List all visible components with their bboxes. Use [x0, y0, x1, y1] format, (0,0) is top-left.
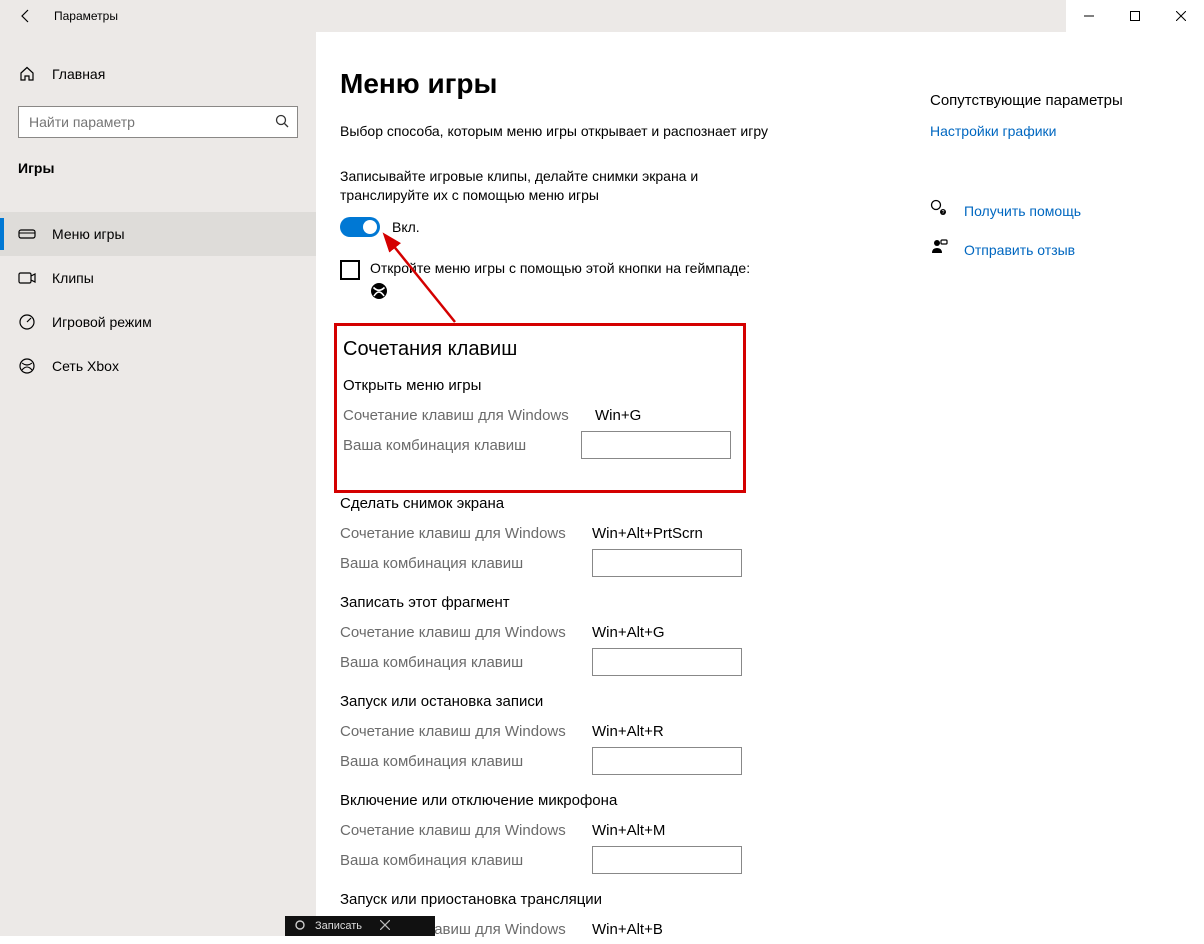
shortcut-user-input[interactable] [592, 549, 742, 577]
window-controls [1066, 0, 1204, 32]
feedback-link[interactable]: Отправить отзыв [930, 238, 1190, 261]
shortcut-title: Запуск или приостановка трансляции [340, 891, 900, 908]
sidebar-item-captures[interactable]: Клипы [0, 256, 316, 300]
close-button[interactable] [1158, 0, 1204, 32]
shortcut-title: Сделать снимок экрана [340, 495, 900, 512]
gamebar-icon [18, 227, 36, 241]
shortcut-user-input[interactable] [592, 747, 742, 775]
xbox-button-icon [370, 282, 750, 305]
sidebar: Главная Игры Меню игры Клипы [0, 32, 316, 936]
page-description: Выбор способа, которым меню игры открыва… [340, 122, 780, 141]
sidebar-item-label: Сеть Xbox [52, 358, 119, 374]
shortcut-group: Открыть меню игры Сочетание клавиш для W… [343, 377, 731, 460]
shortcuts-heading: Сочетания клавиш [343, 338, 731, 361]
shortcut-user-input[interactable] [592, 846, 742, 874]
shortcut-win-value: Win+Alt+M [592, 822, 665, 839]
toggle-state-label: Вкл. [392, 219, 420, 235]
gamepad-text: Откройте меню игры с помощью этой кнопки… [370, 259, 750, 279]
app-title: Параметры [54, 9, 118, 23]
shortcut-title: Записать этот фрагмент [340, 594, 900, 611]
home-icon [18, 66, 36, 82]
shortcut-group: Записать этот фрагмент Сочетание клавиш … [340, 594, 900, 677]
shortcut-win-value: Win+G [595, 407, 641, 424]
shortcut-win-value: Win+Alt+R [592, 723, 664, 740]
help-link[interactable]: ? Получить помощь [930, 199, 1190, 222]
shortcut-title: Открыть меню игры [343, 377, 731, 394]
feedback-label: Отправить отзыв [964, 242, 1075, 258]
shortcut-group: Сделать снимок экрана Сочетание клавиш д… [340, 495, 900, 578]
help-label: Получить помощь [964, 203, 1081, 219]
content-area: Меню игры Выбор способа, которым меню иг… [340, 56, 900, 936]
feedback-icon [930, 238, 948, 261]
gauge-icon [18, 313, 36, 331]
sidebar-category: Игры [0, 146, 316, 194]
sidebar-item-game-bar[interactable]: Меню игры [0, 212, 316, 256]
captures-icon [18, 271, 36, 285]
record-label: Записать [315, 920, 362, 932]
shortcut-user-input[interactable] [592, 648, 742, 676]
svg-text:?: ? [942, 210, 945, 216]
sidebar-item-xbox-network[interactable]: Сеть Xbox [0, 344, 316, 388]
shortcut-win-label: Сочетание клавиш для Windows [343, 407, 595, 424]
game-bar-toggle[interactable] [340, 217, 380, 237]
gamepad-checkbox[interactable] [340, 260, 360, 280]
maximize-button[interactable] [1112, 0, 1158, 32]
shortcut-win-label: Сочетание клавиш для Windows [340, 822, 592, 839]
sidebar-item-label: Игровой режим [52, 314, 152, 330]
shortcut-user-label: Ваша комбинация клавиш [340, 654, 592, 671]
shortcut-title: Запуск или остановка записи [340, 693, 900, 710]
title-bar: Параметры [0, 0, 1204, 32]
shortcut-win-value: Win+Alt+PrtScrn [592, 525, 703, 542]
shortcut-user-input[interactable] [581, 431, 731, 459]
shortcut-user-label: Ваша комбинация клавиш [340, 753, 592, 770]
record-overlay: Записать [285, 916, 435, 936]
annotation-highlight: Сочетания клавиш Открыть меню игры Сочет… [334, 323, 746, 493]
shortcut-user-label: Ваша комбинация клавиш [340, 555, 592, 572]
graphics-settings-link[interactable]: Настройки графики [930, 123, 1190, 139]
minimize-button[interactable] [1066, 0, 1112, 32]
shortcut-user-label: Ваша комбинация клавиш [340, 852, 592, 869]
help-icon: ? [930, 199, 948, 222]
home-link[interactable]: Главная [0, 52, 316, 96]
shortcut-win-label: Сочетание клавиш для Windows [340, 525, 592, 542]
shortcut-title: Включение или отключение микрофона [340, 792, 900, 809]
shortcut-user-label: Ваша комбинация клавиш [343, 437, 581, 454]
search-icon[interactable] [274, 113, 290, 132]
record-dot-icon [295, 920, 305, 933]
back-button[interactable] [14, 4, 38, 28]
shortcut-win-label: Сочетание клавиш для Windows [340, 723, 592, 740]
shortcut-group: Включение или отключение микрофона Сочет… [340, 792, 900, 875]
aside-panel: Сопутствующие параметры Настройки график… [930, 56, 1190, 936]
sidebar-item-game-mode[interactable]: Игровой режим [0, 300, 316, 344]
shortcut-win-value: Win+Alt+G [592, 624, 665, 641]
home-label: Главная [52, 66, 105, 82]
shortcut-win-label: Сочетание клавиш для Windows [340, 624, 592, 641]
xbox-icon [18, 357, 36, 375]
page-title: Меню игры [340, 68, 900, 100]
overlay-close-icon[interactable] [380, 920, 390, 933]
sidebar-item-label: Меню игры [52, 226, 125, 242]
sidebar-item-label: Клипы [52, 270, 94, 286]
search-input[interactable] [18, 106, 298, 138]
bottom-overlay: Записать [0, 916, 1204, 936]
related-title: Сопутствующие параметры [930, 92, 1190, 109]
record-description: Записывайте игровые клипы, делайте снимк… [340, 167, 780, 205]
shortcut-group: Запуск или остановка записи Сочетание кл… [340, 693, 900, 776]
